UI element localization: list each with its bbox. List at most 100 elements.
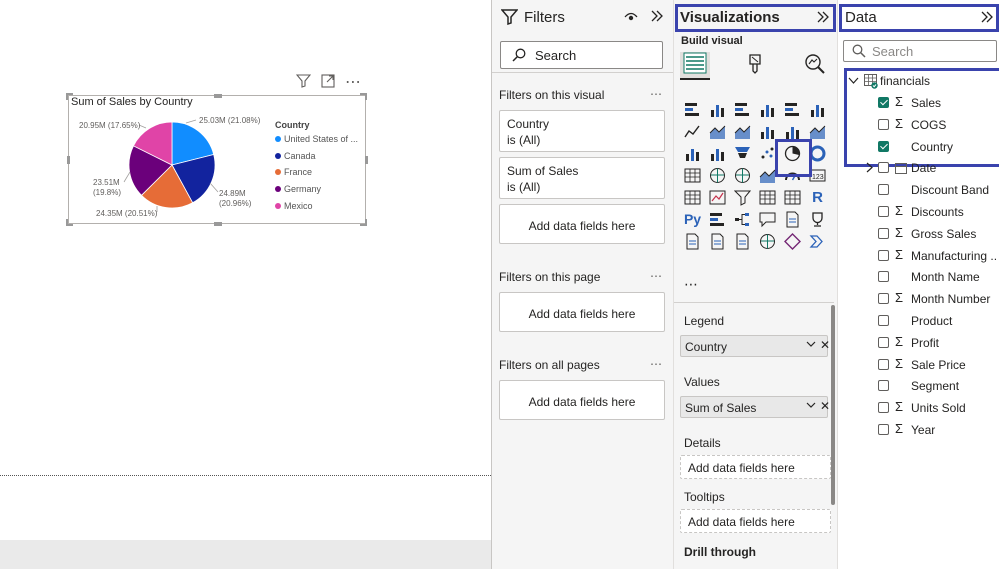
- format-visual-tab[interactable]: [740, 52, 770, 80]
- field-checkbox[interactable]: [878, 118, 889, 130]
- slicer-icon[interactable]: [730, 186, 755, 208]
- clustered-column-icon[interactable]: [755, 98, 780, 120]
- field-checkbox[interactable]: [878, 162, 889, 174]
- waterfall-icon[interactable]: [680, 142, 705, 164]
- filter-card-country[interactable]: Country is (All): [499, 110, 665, 152]
- line-chart-icon[interactable]: [680, 120, 705, 142]
- field-sale-price[interactable]: Σ Sale Price: [838, 355, 999, 375]
- chevron-down-icon[interactable]: [806, 339, 816, 352]
- legend-well-field[interactable]: Country ✕: [680, 335, 830, 357]
- goals-icon[interactable]: [805, 208, 830, 230]
- chevron-icon[interactable]: [805, 230, 830, 252]
- field-country[interactable]: Country: [838, 137, 999, 157]
- stacked-column-icon[interactable]: [705, 98, 730, 120]
- power-automate-icon[interactable]: [730, 230, 755, 252]
- legend-item[interactable]: Mexico: [275, 201, 313, 211]
- eye-icon[interactable]: [624, 10, 638, 28]
- field-date[interactable]: Date: [838, 158, 999, 178]
- field-checkbox[interactable]: [878, 424, 889, 435]
- field-checkbox[interactable]: [878, 336, 889, 348]
- r-visual-icon[interactable]: R: [805, 186, 830, 208]
- field-checkbox[interactable]: [878, 227, 889, 239]
- filters-on-all-more[interactable]: ⋯: [650, 357, 663, 371]
- diamond-icon[interactable]: [780, 230, 805, 252]
- map2-icon[interactable]: [755, 230, 780, 252]
- filled-map-icon[interactable]: [730, 164, 755, 186]
- field-year[interactable]: Σ Year: [838, 420, 999, 440]
- funnel-icon[interactable]: [705, 142, 730, 164]
- more-visuals-icon[interactable]: ⋯: [684, 276, 699, 293]
- area-chart-icon[interactable]: [705, 120, 730, 142]
- details-dropzone[interactable]: Add data fields here: [680, 455, 831, 479]
- table-icon[interactable]: [755, 186, 780, 208]
- filters-on-visual-dropzone[interactable]: Add data fields here: [499, 204, 665, 244]
- stacked-area-icon[interactable]: [730, 120, 755, 142]
- legend-item[interactable]: Germany: [275, 184, 321, 194]
- chevron-right-icon[interactable]: [865, 162, 874, 176]
- funnel2-icon[interactable]: [730, 142, 755, 164]
- field-units-sold[interactable]: Σ Units Sold: [838, 398, 999, 418]
- field-sales[interactable]: Σ Sales: [838, 93, 999, 113]
- field-product[interactable]: Product: [838, 311, 999, 331]
- report-canvas[interactable]: ⋯ Sum of Sales by Country 25.03M (21.08%…: [0, 0, 491, 569]
- paginated-report-icon[interactable]: [680, 230, 705, 252]
- field-discount-band[interactable]: Discount Band: [838, 180, 999, 200]
- tooltips-dropzone[interactable]: Add data fields here: [680, 509, 831, 533]
- 100-bar-icon[interactable]: [780, 98, 805, 120]
- filters-search-input[interactable]: Search: [500, 41, 663, 69]
- legend-item[interactable]: Canada: [275, 151, 316, 161]
- field-profit[interactable]: Σ Profit: [838, 333, 999, 353]
- field-month-number[interactable]: Σ Month Number: [838, 289, 999, 309]
- field-month-name[interactable]: Month Name: [838, 267, 999, 287]
- field-checkbox[interactable]: [878, 293, 889, 305]
- field-gross-sales[interactable]: Σ Gross Sales: [838, 224, 999, 244]
- filters-on-page-more[interactable]: ⋯: [650, 269, 663, 283]
- collapse-data-icon[interactable]: [980, 10, 994, 29]
- legend-item[interactable]: France: [275, 167, 312, 177]
- multirow-card-icon[interactable]: [680, 186, 705, 208]
- field-segment[interactable]: Segment: [838, 376, 999, 396]
- kpi-icon[interactable]: [705, 186, 730, 208]
- field-cogs[interactable]: Σ COGS: [838, 115, 999, 135]
- remove-field-icon[interactable]: ✕: [820, 399, 830, 413]
- data-search-input[interactable]: Search: [843, 40, 997, 62]
- analytics-tab[interactable]: [800, 52, 830, 80]
- stacked-bar-icon[interactable]: [680, 98, 705, 120]
- filter-card-sum-of-sales[interactable]: Sum of Sales is (All): [499, 157, 665, 199]
- collapse-viz-icon[interactable]: [816, 10, 830, 29]
- filters-on-all-dropzone[interactable]: Add data fields here: [499, 380, 665, 420]
- qa-icon[interactable]: [755, 208, 780, 230]
- map-icon[interactable]: [705, 164, 730, 186]
- clustered-bar-icon[interactable]: [730, 98, 755, 120]
- narrative-icon[interactable]: [780, 208, 805, 230]
- decomposition-tree-icon[interactable]: [730, 208, 755, 230]
- viz-scrollbar[interactable]: [831, 305, 835, 505]
- field-discounts[interactable]: Σ Discounts: [838, 202, 999, 222]
- python-visual-icon[interactable]: Py: [680, 208, 705, 230]
- field-manufacturing[interactable]: Σ Manufacturing ...: [838, 246, 999, 266]
- field-checkbox[interactable]: [878, 184, 889, 196]
- filters-on-page-dropzone[interactable]: Add data fields here: [499, 292, 665, 332]
- collapse-filters-icon[interactable]: [650, 9, 664, 28]
- field-checkbox[interactable]: [878, 380, 889, 392]
- filters-on-visual-more[interactable]: ⋯: [650, 87, 663, 101]
- field-checkbox[interactable]: [878, 206, 889, 217]
- field-checkbox[interactable]: [878, 358, 889, 370]
- 100-column-icon[interactable]: [805, 98, 830, 120]
- key-influencers-icon[interactable]: [705, 208, 730, 230]
- field-checkbox[interactable]: [878, 271, 889, 283]
- field-checkbox[interactable]: [878, 249, 889, 261]
- power-apps-icon[interactable]: [705, 230, 730, 252]
- matrix-icon[interactable]: [780, 186, 805, 208]
- values-well-field[interactable]: Sum of Sales ✕: [680, 396, 830, 418]
- field-checkbox[interactable]: [878, 97, 889, 108]
- field-checkbox[interactable]: [878, 140, 889, 152]
- field-checkbox[interactable]: [878, 315, 889, 326]
- pie-chart[interactable]: [0, 0, 491, 300]
- treemap-icon[interactable]: [680, 164, 705, 186]
- legend-item[interactable]: United States of ...: [275, 134, 358, 144]
- remove-field-icon[interactable]: ✕: [820, 338, 830, 352]
- build-visual-tab[interactable]: [680, 52, 710, 80]
- chevron-down-icon[interactable]: [806, 400, 816, 413]
- field-checkbox[interactable]: [878, 402, 889, 414]
